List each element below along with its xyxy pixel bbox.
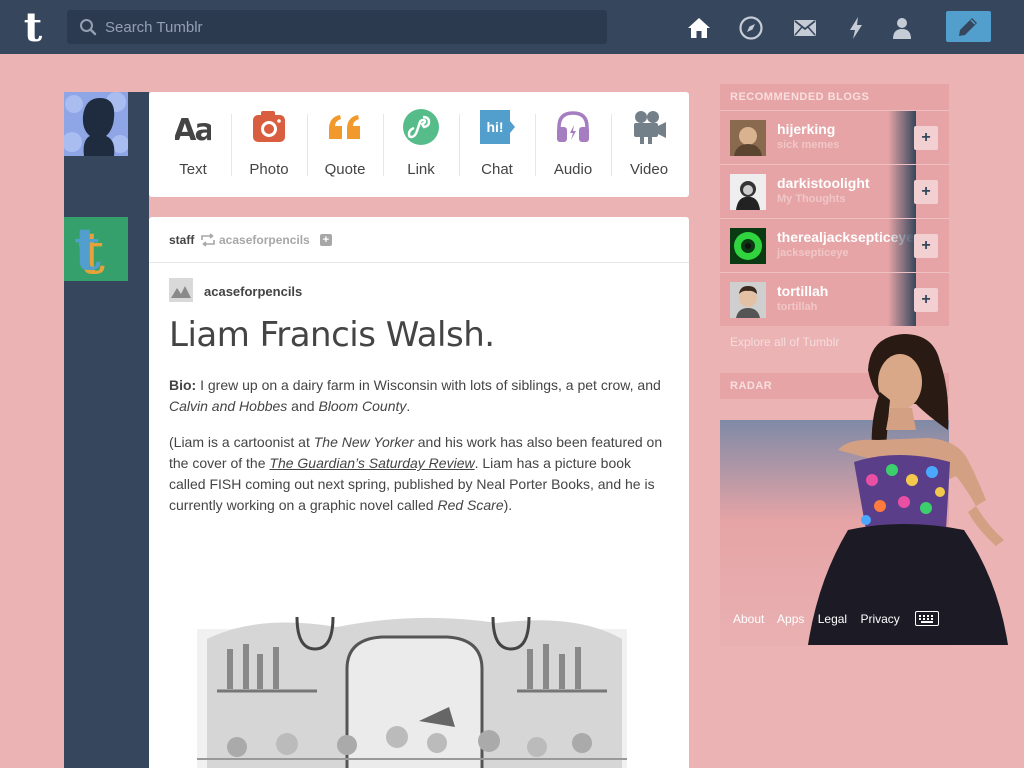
camera-icon — [253, 111, 285, 142]
recommended-blog-item[interactable]: therealjacksepticeye jacksepticeye + — [720, 218, 949, 272]
text-icon: Aa — [175, 113, 211, 145]
blog-avatar — [730, 282, 766, 318]
guardian-link[interactable]: The Guardian’s Saturday Review — [269, 455, 474, 471]
recommended-blogs-title: RECOMMENDED BLOGS — [720, 84, 949, 110]
source-blog-name[interactable]: acaseforpencils — [204, 284, 302, 299]
keyboard-shortcuts-icon[interactable] — [915, 611, 939, 626]
top-navigation-bar: t — [0, 0, 1024, 54]
search-icon — [80, 19, 97, 36]
sidebar-footer-links: About Apps Legal Privacy — [733, 612, 910, 626]
post-type-quote[interactable]: Quote — [307, 92, 383, 197]
inbox-icon[interactable] — [792, 15, 818, 41]
blog-avatar — [730, 174, 766, 210]
recommended-blog-item[interactable]: tortillah tortillah + — [720, 272, 949, 326]
cartoon-image — [197, 616, 627, 768]
post-type-audio[interactable]: Audio — [535, 92, 611, 197]
recommended-blog-item[interactable]: darkistoolight My Thoughts + — [720, 164, 949, 218]
post-title: Liam Francis Walsh. — [169, 315, 495, 355]
post-type-video[interactable]: Video — [611, 92, 687, 197]
follow-button[interactable]: + — [914, 288, 938, 312]
home-icon[interactable] — [686, 15, 712, 41]
follow-button[interactable]: + — [914, 126, 938, 150]
post-type-link[interactable]: Link — [383, 92, 459, 197]
svg-text:Aa: Aa — [175, 113, 211, 145]
post-header: staff acaseforpencils + — [149, 217, 689, 263]
chat-icon: hi! — [480, 110, 515, 144]
reblog-icon — [201, 233, 215, 247]
quote-icon — [329, 115, 360, 139]
recommended-blog-item[interactable]: hijerking sick memes + — [720, 110, 949, 164]
post-type-bar: Aa Text Photo Quote Link hi! Chat Audio … — [149, 92, 689, 197]
post-author[interactable]: staff — [169, 233, 194, 247]
post-type-photo[interactable]: Photo — [231, 92, 307, 197]
post-type-chat[interactable]: hi! Chat — [459, 92, 535, 197]
svg-text:hi!: hi! — [486, 119, 503, 135]
tumblr-logo[interactable]: t — [17, 8, 50, 46]
footer-link-privacy[interactable]: Privacy — [860, 612, 899, 626]
blog-avatar — [730, 120, 766, 156]
source-avatar[interactable] — [169, 278, 193, 302]
compose-button[interactable] — [946, 11, 991, 42]
dashboard-post: staff acaseforpencils + acaseforpencils … — [149, 217, 689, 768]
dashboard-rail — [64, 92, 149, 768]
footer-link-about[interactable]: About — [733, 612, 764, 626]
blog-avatar — [730, 228, 766, 264]
svg-text:t: t — [24, 8, 43, 46]
search-input[interactable] — [105, 10, 595, 44]
activity-icon[interactable] — [843, 15, 869, 41]
post-type-text[interactable]: Aa Text — [155, 92, 231, 197]
account-icon[interactable] — [889, 15, 915, 41]
reblogged-from[interactable]: acaseforpencils — [219, 233, 310, 247]
pencil-icon — [959, 18, 977, 36]
search-box[interactable] — [67, 10, 607, 44]
user-avatar[interactable] — [64, 92, 128, 156]
post-paragraph-about: (Liam is a cartoonist at The New Yorker … — [169, 434, 663, 513]
headphones-icon — [557, 111, 589, 142]
footer-link-legal[interactable]: Legal — [818, 612, 847, 626]
svg-text:t: t — [74, 217, 101, 281]
post-paragraph-bio: Bio: I grew up on a dairy farm in Wiscon… — [169, 377, 661, 414]
footer-link-apps[interactable]: Apps — [777, 612, 804, 626]
follow-button[interactable]: + — [914, 180, 938, 204]
explore-icon[interactable] — [738, 15, 764, 41]
radar-photo-figure — [808, 334, 1008, 645]
video-camera-icon — [634, 111, 666, 144]
follow-button[interactable]: + — [914, 234, 938, 258]
staff-avatar[interactable]: t t — [64, 217, 128, 281]
link-icon — [403, 109, 439, 145]
follow-plus-icon[interactable]: + — [320, 234, 332, 246]
